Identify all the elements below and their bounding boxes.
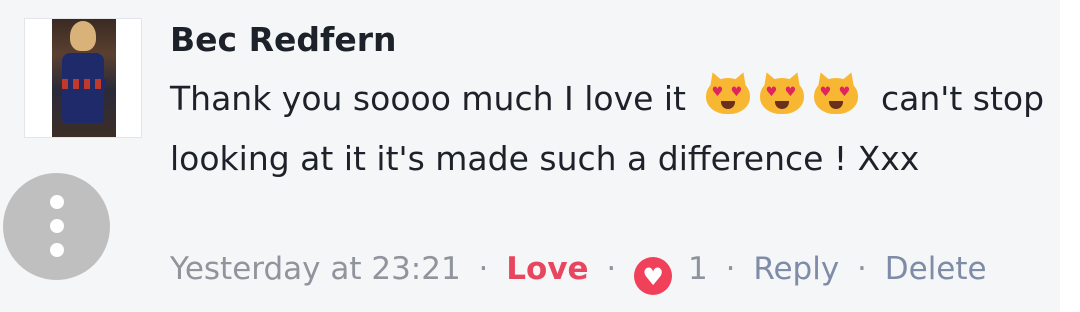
separator: · [606, 251, 617, 287]
reaction-count[interactable]: 1 [688, 251, 708, 287]
more-options-icon [50, 195, 64, 209]
reply-button[interactable]: Reply [753, 251, 839, 287]
smiling-cat-heart-eyes-icon: ♥ ♥ [757, 69, 807, 116]
more-options-icon [50, 219, 64, 233]
avatar-hair [70, 21, 96, 51]
love-reaction-button[interactable]: Love [506, 251, 588, 287]
avatar-photo [52, 19, 116, 137]
timestamp[interactable]: Yesterday at 23:21 [170, 251, 461, 287]
comment-text-start: Thank you soooo much I love it [170, 79, 686, 118]
heart-icon[interactable]: ♥ [634, 257, 673, 295]
comment-text: Thank you soooo much I love it ♥ ♥ ♥ ♥ ♥ ♥ … [170, 69, 1050, 186]
avatar[interactable] [24, 18, 142, 138]
emoji-group: ♥ ♥ ♥ ♥ ♥ ♥ [703, 69, 865, 132]
avatar-pattern [62, 79, 106, 89]
more-options-icon [50, 243, 64, 257]
delete-button[interactable]: Delete [885, 251, 987, 287]
separator: · [857, 251, 867, 287]
smiling-cat-heart-eyes-icon: ♥ ♥ [811, 69, 861, 116]
author-name[interactable]: Bec Redfern [170, 20, 397, 59]
comment-meta: Yesterday at 23:21 · Love · ♥ 1 · Reply … [170, 249, 987, 295]
separator: · [478, 251, 489, 287]
more-options-button[interactable] [3, 173, 110, 280]
right-gutter [1060, 0, 1080, 312]
separator: · [725, 251, 736, 287]
smiling-cat-heart-eyes-icon: ♥ ♥ [703, 69, 753, 116]
